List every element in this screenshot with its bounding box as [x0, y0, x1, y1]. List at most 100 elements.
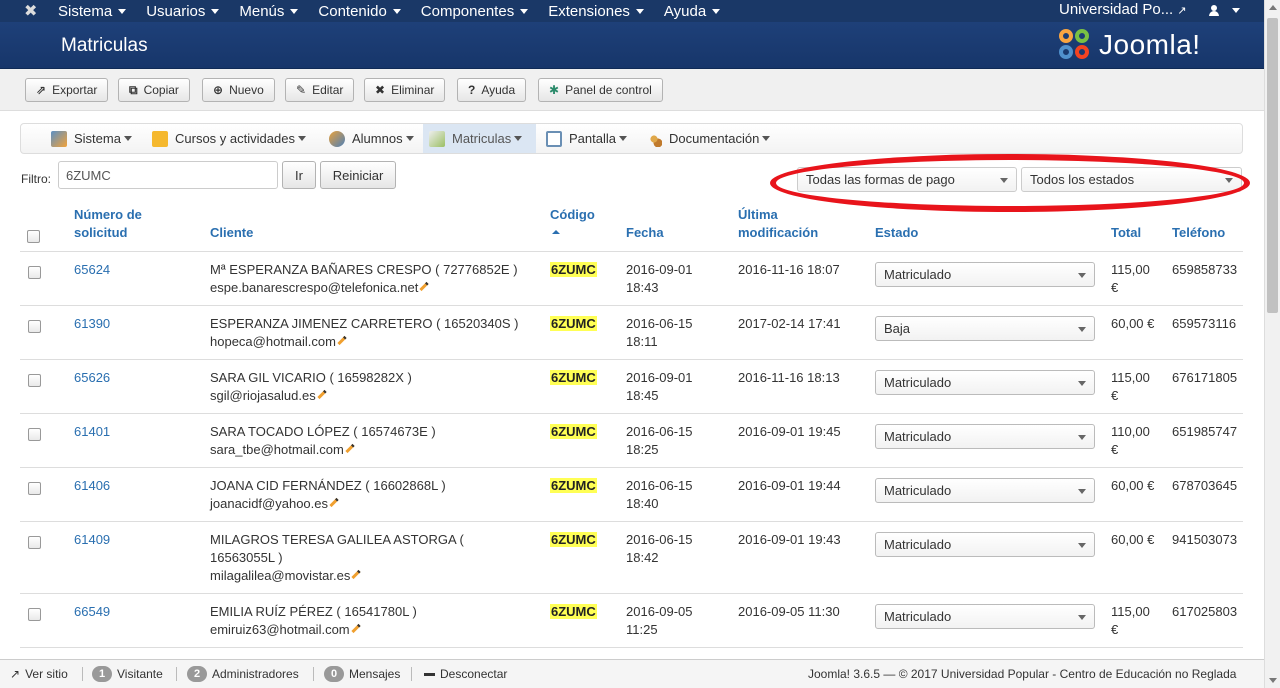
submenu-documentacion[interactable]: Documentación [640, 124, 776, 153]
pencil-icon[interactable] [345, 443, 355, 454]
pencil-icon[interactable] [337, 335, 347, 346]
date-text: 2016-09-05 [626, 604, 693, 619]
phone-cell: 651985747 [1172, 424, 1238, 439]
scroll-down-icon[interactable] [1269, 678, 1277, 683]
question-icon: ? [468, 83, 476, 97]
status-select[interactable]: Matriculado [875, 262, 1095, 287]
row-checkbox[interactable] [28, 608, 41, 621]
status-select[interactable]: Matriculado [875, 478, 1095, 503]
delete-button[interactable]: ✖ Eliminar [364, 78, 446, 102]
header-total[interactable]: Total [1111, 224, 1141, 242]
submenu-pantalla[interactable]: Pantalla [540, 124, 633, 153]
menu-label: Usuarios [146, 2, 206, 20]
vertical-scrollbar[interactable] [1264, 0, 1280, 688]
menu-extensiones[interactable]: Extensiones [548, 3, 644, 20]
copy-button[interactable]: ⧉ Copiar [118, 78, 190, 102]
logo-text: Joomla! [1099, 29, 1201, 60]
export-button[interactable]: ⇗ Exportar [25, 78, 109, 102]
date-text: 2016-06-15 [626, 478, 693, 493]
select-all-checkbox[interactable] [27, 230, 40, 243]
row-checkbox[interactable] [28, 428, 41, 441]
row-checkbox[interactable] [28, 482, 41, 495]
menu-contenido[interactable]: Contenido [318, 2, 401, 20]
status-text: Administradores [212, 667, 299, 681]
request-number-link[interactable]: 61409 [74, 531, 110, 549]
filter-go-button[interactable]: Ir [282, 161, 316, 189]
request-number-link[interactable]: 61406 [74, 477, 110, 495]
payment-method-select[interactable]: Todas las formas de pago [797, 167, 1017, 192]
client-cell: Mª ESPERANZA BAÑARES CRESPO ( 72776852E … [210, 261, 530, 297]
time-text: 18:45 [626, 388, 659, 403]
total-text: 115,00 [1111, 262, 1150, 277]
header-cliente[interactable]: Cliente [210, 224, 253, 242]
scroll-up-icon[interactable] [1269, 5, 1277, 10]
messages-status[interactable]: 0 Mensajes [324, 665, 400, 683]
visitors-badge: 1 [92, 666, 112, 682]
row-checkbox[interactable] [28, 320, 41, 333]
submenu-cursos[interactable]: Cursos y actividades [146, 124, 312, 153]
pencil-icon[interactable] [329, 497, 339, 508]
header-telefono[interactable]: Teléfono [1172, 224, 1225, 242]
control-panel-button[interactable]: ✱ Panel de control [538, 78, 663, 102]
pencil-icon[interactable] [317, 389, 327, 400]
status-select[interactable]: Baja [875, 316, 1095, 341]
tools-icon [51, 130, 67, 147]
header-fecha[interactable]: Fecha [626, 224, 664, 242]
menu-componentes[interactable]: Componentes [421, 3, 529, 20]
menu-usuarios[interactable]: Usuarios [146, 2, 220, 20]
date-text: 2016-06-15 [626, 316, 693, 331]
date-text: 2016-09-01 [626, 262, 693, 277]
filter-input[interactable] [58, 161, 278, 189]
status-select[interactable]: Matriculado [875, 424, 1095, 449]
menu-ayuda[interactable]: Ayuda [664, 3, 721, 20]
submenu-label: Sistema [74, 131, 121, 146]
joomla-menu-icon[interactable]: ✖ [24, 1, 37, 21]
header-estado[interactable]: Estado [875, 224, 918, 242]
phone-cell: 659858733 [1172, 262, 1238, 277]
chevron-down-icon [635, 9, 644, 15]
pencil-icon[interactable] [351, 569, 361, 580]
status-select[interactable]: Matriculado [875, 370, 1095, 395]
header-ultima-modificacion[interactable]: Última modificación [738, 206, 818, 242]
row-checkbox[interactable] [28, 536, 41, 549]
header-numero-solicitud[interactable]: Número de solicitud [74, 206, 142, 242]
menu-label: Sistema [58, 2, 113, 20]
menu-menus[interactable]: Menús [239, 3, 299, 20]
submenu-alumnos[interactable]: Alumnos [323, 124, 420, 153]
filter-label: Filtro: [21, 172, 51, 186]
request-number-link[interactable]: 65626 [74, 369, 110, 387]
row-checkbox[interactable] [28, 374, 41, 387]
filter-reset-button[interactable]: Reiniciar [320, 161, 396, 189]
chevron-down-icon [297, 136, 306, 141]
new-button[interactable]: ⊕ Nuevo [202, 78, 275, 102]
request-number-link[interactable]: 61401 [74, 423, 110, 441]
total-currency: € [1111, 280, 1119, 295]
chevron-down-icon [1225, 178, 1233, 183]
header-codigo[interactable]: Código [550, 206, 595, 234]
status-select[interactable]: Matriculado [875, 604, 1095, 629]
submenu-sistema[interactable]: Sistema [45, 124, 138, 153]
pencil-icon[interactable] [351, 623, 361, 634]
menu-label: Contenido [318, 2, 387, 20]
client-cell: EMILIA RUÍZ PÉREZ ( 16541780L ) emiruiz63… [210, 603, 530, 639]
request-number-link[interactable]: 65624 [74, 261, 110, 279]
row-checkbox[interactable] [28, 266, 41, 279]
client-name: JOANA CID FERNÁNDEZ ( 16602868L ) [210, 478, 446, 493]
request-number-link[interactable]: 61390 [74, 315, 110, 333]
status-select[interactable]: Matriculado [875, 532, 1095, 557]
view-site-link[interactable]: ↗ Ver sitio [10, 665, 68, 683]
site-link[interactable]: Universidad Po... ↗ [1059, 0, 1186, 22]
status-filter-select[interactable]: Todos los estados [1021, 167, 1242, 192]
submenu-matriculas[interactable]: Matriculas [423, 124, 536, 153]
help-button[interactable]: ? Ayuda [457, 78, 527, 102]
edit-button[interactable]: ✎ Editar [285, 78, 355, 102]
pencil-icon[interactable] [419, 281, 429, 292]
modified-cell: 2017-02-14 17:41 [738, 316, 841, 331]
button-label: Exportar [52, 83, 98, 97]
status-bar: ↗ Ver sitio 1 Visitante 2 Administradores 0… [0, 659, 1264, 688]
request-number-link[interactable]: 66549 [74, 603, 110, 621]
user-menu[interactable] [1208, 0, 1240, 22]
scrollbar-thumb[interactable] [1267, 18, 1278, 313]
menu-sistema[interactable]: Sistema [58, 2, 127, 20]
logout-link[interactable]: Desconectar [424, 665, 507, 683]
